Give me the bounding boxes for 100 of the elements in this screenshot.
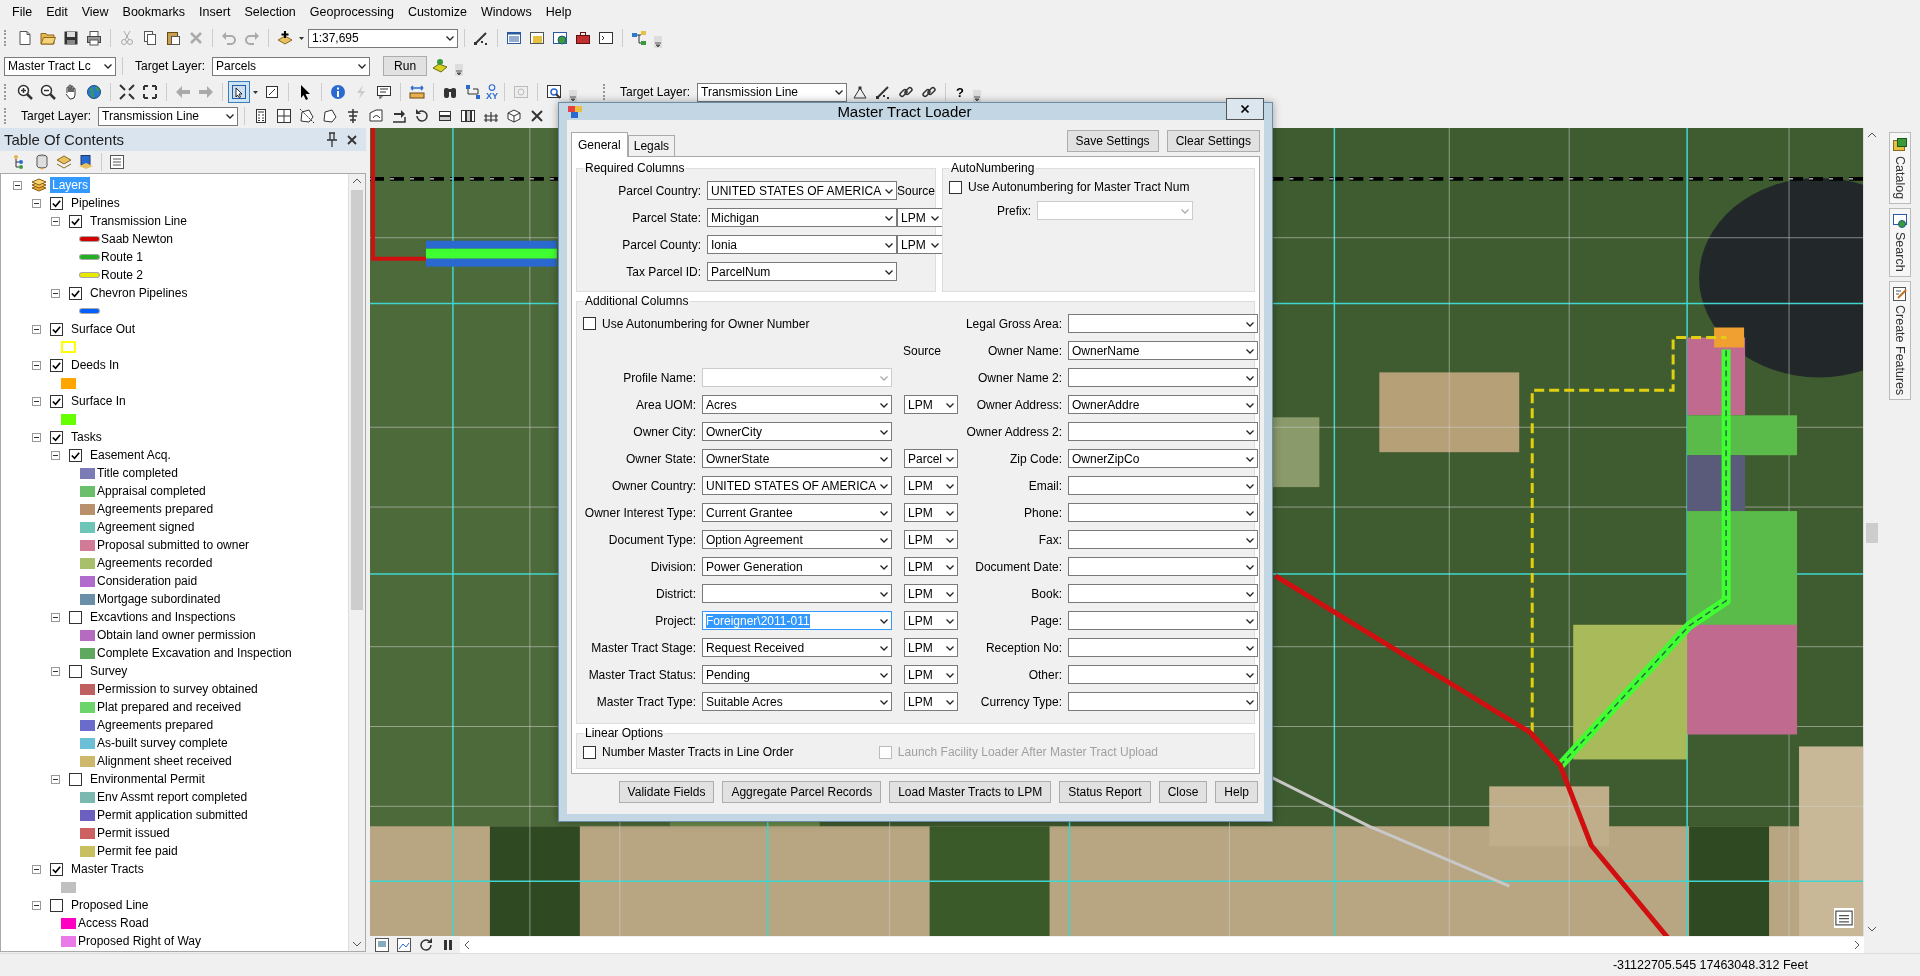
source-dropdown[interactable]: LPM [904, 665, 958, 684]
dropdown[interactable]: UNITED STATES OF AMERICA [707, 181, 897, 200]
tab[interactable]: General [571, 132, 628, 157]
side-panel-tab[interactable]: Catalog [1889, 132, 1911, 205]
collapse-icon[interactable] [32, 324, 41, 334]
layer-name[interactable]: Pipelines [69, 195, 122, 211]
dropdown[interactable]: Request Received [702, 638, 892, 657]
layer-name[interactable]: Surface Out [69, 321, 138, 337]
run-button[interactable]: Run [383, 56, 428, 76]
layer-name[interactable]: Master Tracts [69, 861, 146, 877]
dropdown[interactable]: Acres [702, 395, 892, 414]
caret-icon[interactable] [225, 111, 236, 121]
globe-icon[interactable] [84, 82, 104, 102]
menu-item[interactable]: Bookmarks [116, 3, 192, 21]
arrows-out-icon[interactable] [140, 82, 160, 102]
dropdown[interactable]: OwnerZipCo [1068, 449, 1258, 468]
print-icon[interactable] [84, 28, 104, 48]
close-button[interactable] [1226, 97, 1264, 120]
checkbox[interactable] [69, 448, 82, 462]
dialog-button[interactable]: Validate Fields [618, 781, 715, 803]
dropdown[interactable]: OwnerAddre [1068, 395, 1258, 414]
collapse-icon[interactable] [32, 864, 41, 874]
dialog-button[interactable]: Help [1215, 781, 1258, 803]
settings-button[interactable]: Save Settings [1066, 130, 1159, 152]
dropdown[interactable] [1068, 368, 1258, 387]
zoom-in-icon[interactable] [15, 82, 35, 102]
collapse-icon[interactable] [32, 396, 41, 406]
dropdown[interactable] [1068, 476, 1258, 495]
dropdown[interactable] [1068, 314, 1258, 333]
scroll-thumb[interactable] [351, 190, 363, 610]
tab[interactable]: Legals [627, 135, 676, 156]
dropdown[interactable] [1068, 692, 1258, 711]
checkbox[interactable] [50, 430, 63, 444]
table-of-contents-list-icon[interactable] [107, 152, 127, 172]
info-icon[interactable] [328, 82, 348, 102]
tool-dropdown[interactable]: Master Tract Lc [4, 56, 116, 76]
target-layer-dropdown[interactable]: Transmission Line [98, 106, 239, 126]
dropdown[interactable] [1068, 530, 1258, 549]
toolbar-options-icon[interactable] [455, 64, 464, 76]
dropdown[interactable] [1068, 557, 1258, 576]
target-layer-dropdown[interactable]: Parcels [212, 56, 371, 76]
checkbox[interactable] [69, 772, 82, 786]
scrollbar[interactable] [348, 174, 365, 951]
collapse-icon[interactable] [13, 180, 22, 190]
dropdown[interactable]: Current Grantee [702, 503, 892, 522]
dialog-button[interactable]: Load Master Tracts to LPM [889, 781, 1052, 803]
source-dropdown[interactable]: LPM [904, 503, 958, 522]
layer-name[interactable]: Proposed Line [69, 897, 151, 913]
dropdown[interactable] [1068, 665, 1258, 684]
source-dropdown[interactable]: LPM [904, 584, 958, 603]
checkbox[interactable] [583, 745, 596, 759]
menu-item[interactable]: File [6, 3, 39, 21]
source-dropdown[interactable]: LPM [904, 638, 958, 657]
layer-name[interactable]: Easement Acq. [88, 447, 173, 463]
checkbox-label[interactable]: Use Autonumbering for Owner Number [602, 316, 810, 331]
layer-name[interactable]: Survey [88, 663, 130, 679]
scroll-thumb[interactable] [1866, 523, 1878, 543]
toolbar-options-icon[interactable] [569, 90, 577, 102]
checkbox[interactable] [50, 196, 63, 210]
dropdown[interactable]: OwnerName [1068, 341, 1258, 360]
source-dropdown[interactable]: LPM [897, 235, 943, 254]
scale-dropdown[interactable]: 1:37,695 [308, 28, 458, 48]
dropdown[interactable]: UNITED STATES OF AMERICA [702, 476, 892, 495]
source-dropdown[interactable]: LPM [904, 611, 958, 630]
checkbox-label[interactable]: Use Autonumbering for Master Tract Num [968, 180, 1190, 194]
collapse-icon[interactable] [32, 360, 41, 370]
checkbox[interactable] [50, 358, 63, 372]
layer-name[interactable]: Deeds In [69, 357, 122, 373]
dropdown[interactable]: Ionia [707, 235, 897, 254]
source-dropdown[interactable]: LPM [904, 692, 958, 711]
menu-item[interactable]: Edit [40, 3, 74, 21]
dropdown[interactable]: OwnerState [702, 449, 892, 468]
layer-name[interactable]: Tasks [69, 429, 104, 445]
source-dropdown[interactable]: LPM [904, 395, 958, 414]
source-dropdown[interactable]: LPM [897, 208, 943, 227]
collapse-icon[interactable] [51, 216, 60, 226]
caret-icon[interactable] [357, 61, 368, 71]
layer-name[interactable]: Environmental Permit [88, 771, 207, 787]
dropdown[interactable] [1068, 422, 1258, 441]
collapse-icon[interactable] [51, 612, 60, 622]
dropdown[interactable] [1068, 638, 1258, 657]
side-panel-tab[interactable]: Search [1889, 208, 1911, 277]
dropdown[interactable] [1068, 611, 1258, 630]
collapse-icon[interactable] [32, 900, 41, 910]
collapse-icon[interactable] [51, 666, 60, 676]
dialog-button[interactable]: Status Report [1059, 781, 1151, 803]
menu-item[interactable]: View [75, 3, 115, 21]
caret-icon[interactable] [445, 33, 455, 43]
checkbox[interactable] [50, 394, 63, 408]
collapse-icon[interactable] [51, 450, 60, 460]
source-dropdown[interactable]: LPM [904, 476, 958, 495]
dropdown[interactable] [1068, 503, 1258, 522]
checkbox[interactable] [583, 317, 596, 330]
caret-icon[interactable] [834, 87, 845, 97]
scrollbar[interactable] [460, 936, 1864, 953]
dropdown[interactable]: Power Generation [702, 557, 892, 576]
menu-item[interactable]: Customize [401, 3, 473, 21]
collapse-icon[interactable] [32, 198, 41, 208]
legend-list-icon[interactable] [1834, 908, 1854, 928]
menu-item[interactable]: Help [539, 3, 578, 21]
